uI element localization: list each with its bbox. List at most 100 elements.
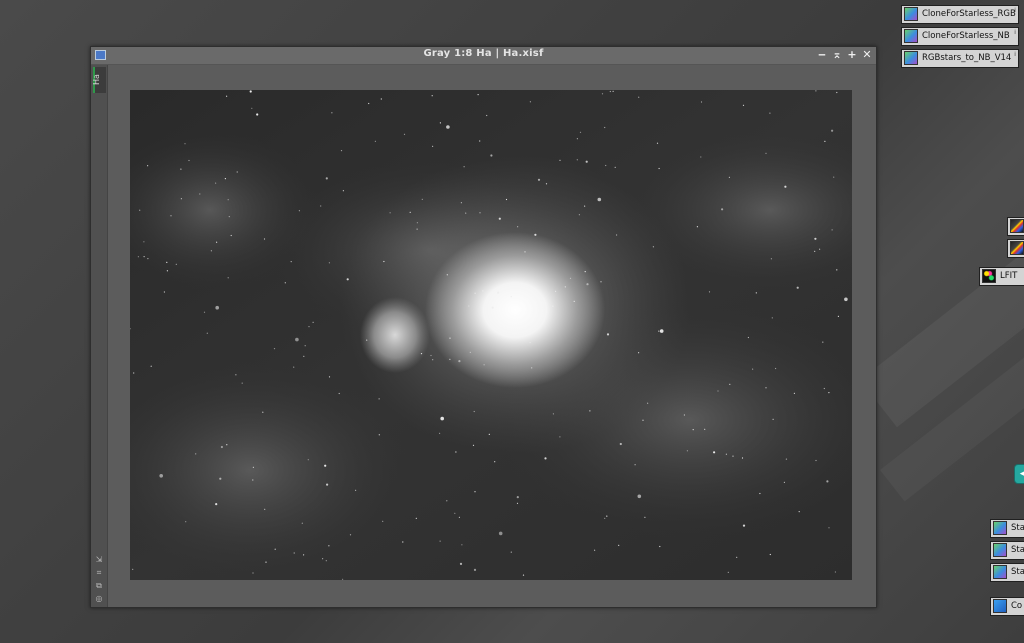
star: [713, 451, 716, 454]
star: [741, 457, 744, 459]
lfit-icon: [982, 269, 996, 283]
arrow-icon[interactable]: ⇲: [94, 555, 104, 565]
star: [415, 517, 417, 519]
star: [312, 321, 314, 323]
star: [215, 503, 218, 506]
maximize-button[interactable]: +: [847, 48, 857, 62]
window-titlebar[interactable]: Gray 1:8 Ha | Ha.xisf ‒ ⌅ + ✕: [91, 47, 876, 65]
star: [522, 574, 525, 576]
star: [559, 436, 561, 438]
star: [601, 93, 604, 95]
star: [184, 143, 186, 145]
star: [265, 561, 267, 563]
star: [180, 198, 182, 200]
clone-icon[interactable]: ⧉: [94, 581, 104, 591]
teal-collapse-button[interactable]: ◂: [1014, 464, 1024, 484]
star: [826, 480, 829, 483]
close-button[interactable]: ✕: [862, 48, 872, 62]
star: [836, 91, 838, 94]
star: [579, 131, 582, 133]
star: [584, 271, 586, 273]
star: [823, 387, 825, 390]
frame-icon[interactable]: ⌗: [94, 568, 104, 578]
star: [772, 418, 774, 420]
star: [150, 365, 152, 367]
process-icon-label: LFIT: [1000, 271, 1018, 281]
shade-button[interactable]: ⌅: [832, 48, 842, 62]
star: [784, 185, 787, 188]
process-icon-co[interactable]: Co: [990, 597, 1024, 616]
star: [529, 101, 531, 103]
image-window[interactable]: Gray 1:8 Ha | Ha.xisf ‒ ⌅ + ✕ Ha ⇲ ⌗ ⧉ ◎: [90, 46, 877, 608]
view-tab-ha[interactable]: Ha: [91, 67, 106, 93]
star: [555, 290, 557, 292]
script-icon: [904, 29, 918, 43]
image-viewport[interactable]: [130, 90, 852, 580]
process-icon-scope-1[interactable]: [1007, 217, 1024, 236]
star: [759, 492, 761, 495]
star: [828, 527, 830, 529]
star: [505, 198, 508, 201]
process-icon-label: Co: [1011, 601, 1023, 611]
star: [143, 256, 145, 258]
script-icon: [993, 543, 1007, 557]
star: [185, 521, 187, 523]
star: [328, 262, 330, 264]
script-icon: [993, 565, 1007, 579]
star: [544, 457, 547, 460]
star: [468, 305, 470, 307]
star: [430, 354, 432, 357]
star: [604, 517, 606, 519]
star: [378, 434, 380, 436]
star: [700, 101, 703, 103]
star: [320, 205, 322, 207]
star: [355, 489, 357, 491]
star: [304, 345, 306, 347]
process-icon-sta-2[interactable]: Sta: [990, 541, 1024, 560]
process-icon-rgbstars-to-nb[interactable]: RGBstars_to_NB_V14 ⁞: [901, 49, 1019, 68]
settings-icon[interactable]: ◎: [94, 594, 104, 604]
star: [612, 90, 614, 92]
star: [736, 556, 738, 558]
star: [727, 571, 729, 573]
star: [349, 534, 352, 536]
process-icon-sta-3[interactable]: Sta: [990, 563, 1024, 582]
star: [206, 332, 208, 334]
star: [564, 286, 566, 288]
star: [814, 237, 817, 240]
process-icon-label: CloneForStarless_RGB: [922, 9, 1016, 19]
star: [133, 372, 135, 374]
star: [482, 290, 484, 292]
star: [594, 549, 596, 551]
star: [446, 274, 448, 276]
star: [836, 269, 838, 271]
star: [374, 140, 376, 142]
star: [263, 238, 266, 240]
process-icon-lfit[interactable]: LFIT: [979, 267, 1024, 286]
more-icon: ⁞: [1014, 29, 1016, 36]
process-icon-label: Sta: [1011, 523, 1024, 533]
star: [498, 531, 503, 536]
process-icon-cloneforstarless-rgb[interactable]: CloneForStarless_RGB ⁞: [901, 5, 1019, 24]
star: [488, 433, 490, 435]
star: [227, 199, 229, 201]
star: [439, 122, 441, 124]
star: [446, 500, 448, 502]
process-icon-sta-1[interactable]: Sta: [990, 519, 1024, 538]
star: [483, 364, 485, 366]
star: [389, 212, 391, 214]
star: [815, 459, 817, 462]
gear-icon: [993, 599, 1007, 613]
process-icon-cloneforstarless-nb[interactable]: CloneForStarless_NB ⁞: [901, 27, 1019, 46]
star: [166, 261, 168, 263]
star: [552, 305, 554, 307]
star: [775, 367, 777, 370]
minimize-button[interactable]: ‒: [817, 48, 827, 62]
process-icon-scope-2[interactable]: [1007, 239, 1024, 258]
view-tab-label: Ha: [91, 74, 101, 85]
star: [220, 445, 223, 449]
star: [274, 548, 276, 550]
star: [692, 429, 694, 431]
star: [147, 258, 149, 260]
star: [647, 402, 649, 404]
